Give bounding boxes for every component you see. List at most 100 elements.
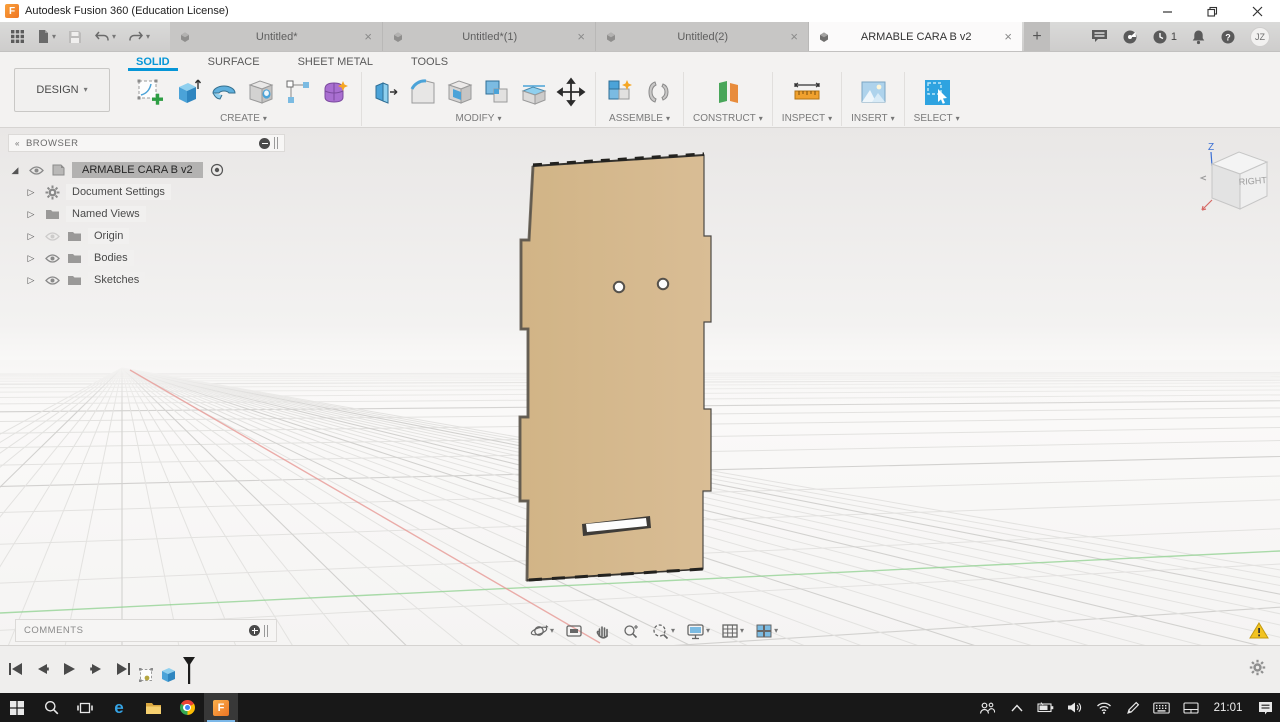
comments-panel-button[interactable] [1091, 29, 1108, 44]
browser-item-document-settings[interactable]: ▷ Document Settings [8, 181, 285, 203]
browser-drag-handle[interactable] [274, 137, 278, 149]
visibility-eye-icon[interactable] [44, 250, 60, 266]
measure-button[interactable] [791, 77, 823, 107]
edge-browser-icon[interactable]: e [102, 693, 136, 722]
go-to-end-button[interactable] [114, 658, 132, 680]
add-comment-icon[interactable] [249, 625, 260, 636]
close-tab-icon[interactable]: × [575, 29, 587, 44]
data-panel-button[interactable] [6, 27, 29, 46]
chrome-icon[interactable] [170, 693, 204, 722]
combine-button[interactable] [482, 77, 512, 107]
battery-icon[interactable] [1031, 693, 1060, 722]
revolve-button[interactable] [209, 77, 239, 107]
hole-button[interactable] [246, 77, 276, 107]
visibility-eye-icon[interactable] [28, 162, 44, 178]
minimize-button[interactable] [1145, 0, 1190, 22]
comments-bar[interactable]: COMMENTS [15, 619, 277, 642]
file-explorer-icon[interactable] [136, 693, 170, 722]
insert-group-label[interactable]: INSERT ▾ [851, 113, 895, 124]
board-hole-left[interactable] [612, 280, 626, 294]
construct-group-label[interactable]: CONSTRUCT ▾ [693, 113, 763, 124]
viewcube-rotate-arrow-icon[interactable] [1199, 175, 1207, 181]
rectangular-pattern-button[interactable] [283, 77, 313, 107]
touch-keyboard-icon[interactable] [1147, 693, 1176, 722]
start-button[interactable] [0, 693, 34, 722]
windows-ink-pen-icon[interactable] [1118, 693, 1147, 722]
assemble-group-label[interactable]: ASSEMBLE ▾ [609, 113, 670, 124]
construct-plane-button[interactable] [713, 77, 743, 107]
model-board[interactable] [518, 152, 712, 582]
browser-item-label[interactable]: Sketches [88, 272, 146, 288]
look-at-button[interactable] [562, 621, 586, 641]
step-forward-button[interactable] [87, 658, 105, 680]
comments-drag-handle[interactable] [264, 624, 268, 637]
warning-icon[interactable] [1249, 622, 1269, 642]
tab-untitled-1[interactable]: Untitled*(1) × [383, 22, 596, 51]
pan-button[interactable] [591, 621, 614, 642]
press-pull-button[interactable] [371, 77, 401, 107]
tray-expand-chevron-icon[interactable] [1002, 693, 1031, 722]
close-tab-icon[interactable]: × [788, 29, 800, 44]
browser-item-sketches[interactable]: ▷ Sketches [8, 269, 285, 291]
sketch-feature-icon[interactable] [138, 667, 155, 687]
move-copy-button[interactable] [556, 77, 586, 107]
joint-button[interactable] [644, 77, 674, 107]
collapse-panel-icon[interactable]: « [15, 139, 20, 148]
fillet-button[interactable] [408, 77, 438, 107]
expand-arrow-icon[interactable]: ▷ [24, 187, 38, 198]
split-body-button[interactable] [519, 77, 549, 107]
browser-item-label[interactable]: Bodies [88, 250, 134, 266]
shell-button[interactable] [445, 77, 475, 107]
root-component-label[interactable]: ARMABLE CARA B v2 [72, 162, 203, 178]
expand-arrow-icon[interactable]: ▷ [24, 231, 38, 242]
save-button[interactable] [64, 28, 86, 46]
zoom-window-button[interactable]: ▾ [648, 621, 678, 642]
help-button[interactable]: ? [1220, 29, 1236, 45]
modify-group-label[interactable]: MODIFY ▾ [456, 113, 502, 124]
view-cube[interactable]: Z RIGHT [1196, 136, 1280, 220]
undo-button[interactable]: ▾ [90, 28, 120, 45]
fusion-360-taskbar-icon[interactable]: F [204, 693, 238, 722]
viewports-button[interactable]: ▾ [752, 621, 781, 641]
action-center-icon[interactable] [1251, 693, 1280, 722]
browser-item-label[interactable]: Document Settings [66, 184, 171, 200]
expand-arrow-icon[interactable]: ▷ [24, 209, 38, 220]
collapse-arrow-icon[interactable]: ◢ [8, 165, 22, 176]
step-back-button[interactable] [33, 658, 51, 680]
visibility-off-eye-icon[interactable] [44, 228, 60, 244]
close-tab-icon[interactable]: × [1002, 29, 1014, 44]
tab-sheet-metal[interactable]: SHEET METAL [296, 56, 375, 68]
select-group-label[interactable]: SELECT ▾ [914, 113, 960, 124]
browser-item-named-views[interactable]: ▷ Named Views [8, 203, 285, 225]
taskbar-clock[interactable]: 21:01 [1205, 693, 1251, 722]
create-sketch-button[interactable] [135, 77, 165, 107]
close-tab-icon[interactable]: × [362, 29, 374, 44]
browser-minimize-icon[interactable] [259, 137, 270, 149]
timeline-settings-gear-icon[interactable] [1249, 659, 1266, 679]
create-group-label[interactable]: CREATE ▾ [220, 113, 267, 124]
tab-untitled[interactable]: Untitled* × [170, 22, 383, 51]
browser-item-bodies[interactable]: ▷ Bodies [8, 247, 285, 269]
display-settings-button[interactable]: ▾ [683, 621, 713, 642]
tab-armable-cara-b-v2[interactable]: ARMABLE CARA B v2 × [809, 22, 1022, 51]
touchpad-icon[interactable] [1176, 693, 1205, 722]
browser-root-row[interactable]: ◢ ARMABLE CARA B v2 [8, 159, 285, 181]
workspace-selector[interactable]: DESIGN ▾ [14, 68, 110, 112]
extrude-button[interactable] [172, 77, 202, 107]
expand-arrow-icon[interactable]: ▷ [24, 253, 38, 264]
file-menu-button[interactable]: ▾ [33, 27, 60, 46]
create-form-button[interactable] [320, 77, 352, 107]
visibility-eye-icon[interactable] [44, 272, 60, 288]
tab-solid[interactable]: SOLID [128, 56, 178, 71]
play-button[interactable] [60, 658, 78, 680]
expand-arrow-icon[interactable]: ▷ [24, 275, 38, 286]
activate-radio-icon[interactable] [209, 162, 225, 178]
volume-icon[interactable] [1060, 693, 1089, 722]
3d-viewport[interactable]: Z RIGHT « BROWSER ◢ ARMABLE CARA B v2 ▷ … [0, 128, 1280, 645]
tab-untitled-2[interactable]: Untitled(2) × [596, 22, 809, 51]
new-component-button[interactable] [605, 77, 637, 107]
browser-item-origin[interactable]: ▷ Origin [8, 225, 285, 247]
search-button[interactable] [34, 693, 68, 722]
insert-image-button[interactable] [858, 77, 888, 107]
browser-item-label[interactable]: Origin [88, 228, 130, 244]
